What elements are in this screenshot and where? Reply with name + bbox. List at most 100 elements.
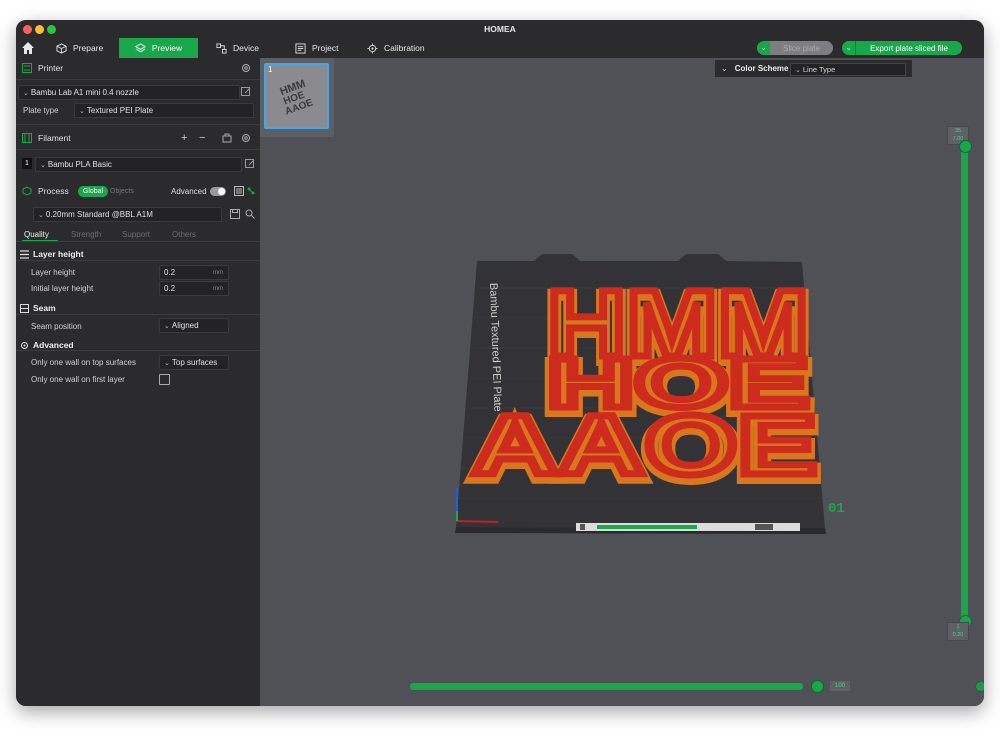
color-scheme-value: Line Type	[802, 65, 836, 74]
seam-heading: Seam	[33, 303, 56, 313]
export-plate-button[interactable]: ⌄ Export plate sliced file	[842, 41, 962, 55]
compare-icon[interactable]	[246, 186, 256, 196]
tab-preview[interactable]: Preview	[119, 38, 198, 58]
bottom-layer-height: 0.20	[952, 632, 964, 638]
chevron-down-icon[interactable]: ⌄	[842, 41, 856, 55]
seam-position-value: Aligned	[171, 321, 199, 330]
search-icon[interactable]	[245, 209, 255, 219]
gear-icon[interactable]	[241, 63, 251, 73]
tab-prepare[interactable]: Prepare	[56, 38, 112, 58]
process-icon	[22, 186, 32, 196]
process-heading: Process	[38, 186, 69, 196]
home-icon[interactable]	[21, 41, 35, 55]
plate-type-select[interactable]: ⌄ Textured PEI Plate	[74, 103, 254, 118]
collapse-icon[interactable]: ⌄	[721, 64, 728, 73]
tab-label: Prepare	[73, 43, 104, 53]
tab-others[interactable]: Others	[172, 230, 196, 239]
printer-heading: Printer	[38, 63, 64, 73]
global-toggle[interactable]: Global	[78, 185, 108, 197]
tab-device[interactable]: Device	[216, 38, 266, 58]
chevron-down-icon: ⌄	[164, 322, 170, 330]
move-value-label: 100	[830, 681, 850, 691]
filament-section-header[interactable]: Filament + −	[16, 129, 260, 147]
title-bar: HOMEA	[16, 20, 984, 38]
gear-icon[interactable]	[241, 133, 251, 143]
filament-sync-icon[interactable]	[222, 133, 232, 143]
color-scheme-label: Color Scheme	[734, 64, 789, 73]
chevron-down-icon: ⌄	[40, 161, 46, 169]
printer-model: Bambu Lab A1 mini 0.4 nozzle	[30, 88, 139, 97]
filament-slot-badge[interactable]: 1	[22, 158, 32, 169]
one-wall-top-select[interactable]: ⌄ Top surfaces	[159, 355, 229, 370]
remove-filament-icon[interactable]: −	[199, 132, 205, 144]
objects-toggle[interactable]: Objects	[110, 188, 134, 195]
tab-support[interactable]: Support	[122, 230, 150, 239]
chevron-down-icon[interactable]: ⌄	[757, 41, 770, 55]
layers-icon	[134, 42, 146, 52]
chevron-down-icon: ⌄	[23, 89, 29, 97]
move-slider-handle[interactable]	[811, 680, 824, 693]
advanced-group: Advanced	[20, 340, 74, 350]
plate-type-label: Plate type	[23, 106, 59, 115]
tab-quality[interactable]: Quality	[24, 230, 49, 239]
add-filament-icon[interactable]: +	[181, 132, 187, 144]
slice-plate-button[interactable]: ⌄ Slice plate	[757, 41, 833, 55]
initial-layer-height-value: 0.2	[164, 284, 176, 293]
top-layer-handle[interactable]	[959, 140, 972, 153]
divider	[16, 79, 260, 80]
tab-calibration[interactable]: Calibration	[367, 38, 437, 58]
layer-height-input[interactable]: 0.2 mm	[159, 265, 229, 280]
window-title: HOMEA	[484, 24, 516, 34]
filament-select[interactable]: ⌄ Bambu PLA Basic	[35, 157, 242, 172]
one-wall-first-checkbox[interactable]	[159, 374, 170, 385]
filament-name: Bambu PLA Basic	[47, 160, 112, 169]
edit-icon[interactable]	[241, 87, 251, 97]
printer-select[interactable]: ⌄ Bambu Lab A1 mini 0.4 nozzle	[18, 85, 240, 100]
move-slider[interactable]	[410, 683, 803, 690]
plate-number: 1	[268, 65, 273, 74]
divider	[16, 149, 260, 150]
save-icon[interactable]	[230, 209, 240, 219]
settings-sidebar: Printer ⌄ Bambu Lab A1 mini 0.4 nozzle P…	[16, 58, 260, 706]
process-preset-select[interactable]: ⌄ 0.20mm Standard @BBL A1M	[33, 207, 222, 222]
thumbnail-model-icon: HMM HOE AAOE	[278, 78, 315, 118]
project-icon	[295, 42, 306, 54]
plate-thumbnail-panel: 1 HMM HOE AAOE	[260, 58, 334, 137]
advanced-switch[interactable]	[210, 186, 226, 196]
build-plate-scene[interactable]: Bambu Textured PEI Plate HMM HOE AAOE HM…	[430, 248, 840, 548]
one-wall-first-label: Only one wall on first layer	[31, 375, 125, 384]
slider-settings-icon[interactable]	[975, 681, 984, 692]
bottom-layer-number: 1	[956, 624, 960, 630]
filament-heading: Filament	[38, 133, 71, 143]
3d-preview-viewport[interactable]: 1 HMM HOE AAOE ⌄ Color Scheme ⌄ Line Typ…	[260, 58, 984, 706]
divider	[16, 241, 260, 242]
layer-height-label: Layer height	[31, 268, 76, 277]
export-plate-label: Export plate sliced file	[856, 41, 962, 55]
printer-section-header[interactable]: Printer	[16, 59, 260, 77]
initial-layer-height-input[interactable]: 0.2 mm	[159, 281, 229, 296]
advanced-gear-icon	[21, 341, 28, 349]
one-wall-top-label: Only one wall on top surfaces	[31, 358, 136, 367]
tab-project[interactable]: Project	[295, 38, 345, 58]
seam-position-select[interactable]: ⌄ Aligned	[159, 318, 229, 333]
list-view-icon[interactable]	[234, 186, 244, 196]
tab-label: Calibration	[384, 43, 425, 53]
layer-range-slider[interactable]	[961, 146, 968, 623]
bottom-layer-label: 1 0.20	[947, 622, 969, 641]
tab-label: Project	[312, 43, 339, 53]
edit-icon[interactable]	[245, 159, 255, 169]
main-toolbar: Prepare Preview Device Project Calibrati…	[16, 38, 984, 58]
divider	[16, 124, 260, 125]
layer-height-value: 0.2	[164, 268, 176, 277]
plate-type-value: Textured PEI Plate	[86, 106, 154, 115]
plate-toolbar	[576, 523, 800, 531]
plate-thumbnail[interactable]: 1 HMM HOE AAOE	[264, 63, 329, 129]
color-scheme-bar: ⌄ Color Scheme ⌄ Line Type	[715, 60, 912, 77]
chevron-down-icon: ⌄	[795, 66, 801, 74]
chevron-down-icon: ⌄	[164, 359, 170, 367]
tab-label: Device	[233, 43, 259, 53]
color-scheme-select[interactable]: ⌄ Line Type	[790, 63, 906, 76]
seam-position-label: Seam position	[31, 322, 82, 331]
tab-strength[interactable]: Strength	[71, 230, 101, 239]
svg-text:AAOE: AAOE	[472, 398, 817, 492]
